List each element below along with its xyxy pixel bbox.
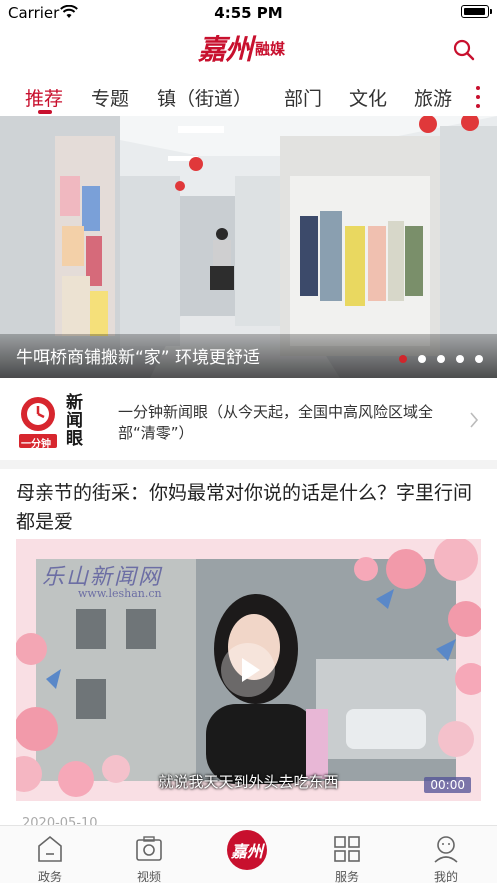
tab-towns[interactable]: 镇（街道） (157, 84, 252, 111)
tab-culture[interactable]: 文化 (349, 84, 387, 111)
center-home-button[interactable]: 嘉州 (227, 830, 267, 870)
bottom-tab-label: 我的 (433, 870, 458, 883)
bottom-tab-government[interactable]: 政务 (15, 832, 85, 883)
carousel-dot[interactable] (456, 355, 464, 363)
carousel-dot[interactable] (475, 355, 483, 363)
news-eye-logo-title: 新闻眼 (66, 393, 83, 449)
active-tab-indicator (38, 110, 52, 114)
carousel-dot[interactable] (418, 355, 426, 363)
status-bar: Carrier 4:55 PM (0, 0, 497, 26)
banner-caption: 牛咡桥商铺搬新“家” 环境更舒适 (16, 348, 261, 368)
chevron-right-icon (470, 412, 479, 428)
play-button[interactable] (221, 643, 275, 697)
app-header: 嘉州 融媒 (0, 28, 497, 74)
bottom-tab-label: 政务 (37, 870, 62, 883)
video-duration: 00:00 (424, 777, 471, 793)
logo-main-text: 嘉州 (198, 33, 253, 66)
video-watermark-url: www.leshan.cn (78, 587, 162, 600)
news-eye-text: 一分钟新闻眼（从今天起，全国中高风险区域全部“清零”） (118, 403, 434, 442)
category-tabs: 推荐 专题 镇（街道） 部门 文化 旅游 (0, 80, 497, 116)
tab-departments[interactable]: 部门 (284, 84, 322, 111)
search-button[interactable] (453, 39, 475, 61)
center-logo-text: 嘉州 (230, 842, 263, 861)
app-logo: 嘉州 融媒 (198, 28, 285, 68)
article-title[interactable]: 母亲节的街采：你妈最常对你说的话是什么？字里行间都是爱 (16, 479, 484, 537)
more-menu-icon[interactable] (475, 86, 481, 108)
tab-special-topics[interactable]: 专题 (91, 84, 129, 111)
carousel-dots (399, 355, 483, 363)
user-icon (434, 836, 458, 863)
battery-icon (461, 5, 492, 18)
bottom-tab-label: 视频 (136, 870, 161, 883)
tab-tourism[interactable]: 旅游 (414, 84, 452, 111)
carousel-dot[interactable] (437, 355, 445, 363)
news-eye-card[interactable]: 一分钟 新闻眼 一分钟新闻眼（从今天起，全国中高风险区域全部“清零”） (0, 380, 497, 460)
carousel-dot[interactable] (399, 355, 407, 363)
grid-icon (334, 836, 360, 862)
news-eye-logo-sub: 一分钟 (21, 439, 51, 450)
bottom-tab-label: 服务 (334, 870, 359, 883)
logo-sub-text: 融媒 (255, 39, 286, 58)
section-divider (0, 460, 497, 469)
bottom-tab-bar: 政务 视频 嘉州 服务 我的 (0, 825, 497, 883)
camera-icon (136, 836, 162, 861)
bottom-tab-video[interactable]: 视频 (114, 832, 184, 883)
news-eye-logo: 一分钟 新闻眼 (16, 392, 92, 450)
tab-recommend[interactable]: 推荐 (25, 84, 63, 111)
banner-carousel[interactable]: 牛咡桥商铺搬新“家” 环境更舒适 (0, 116, 497, 378)
video-thumbnail[interactable]: 乐山新闻网 www.leshan.cn 就说我天天到外头去吃东西 00:00 (16, 539, 481, 801)
house-icon (38, 835, 62, 862)
clock: 4:55 PM (214, 4, 283, 22)
bottom-tab-services[interactable]: 服务 (312, 832, 382, 883)
bottom-tab-mine[interactable]: 我的 (411, 832, 481, 883)
search-icon (453, 39, 475, 61)
video-subtitle: 就说我天天到外头去吃东西 (158, 773, 339, 791)
